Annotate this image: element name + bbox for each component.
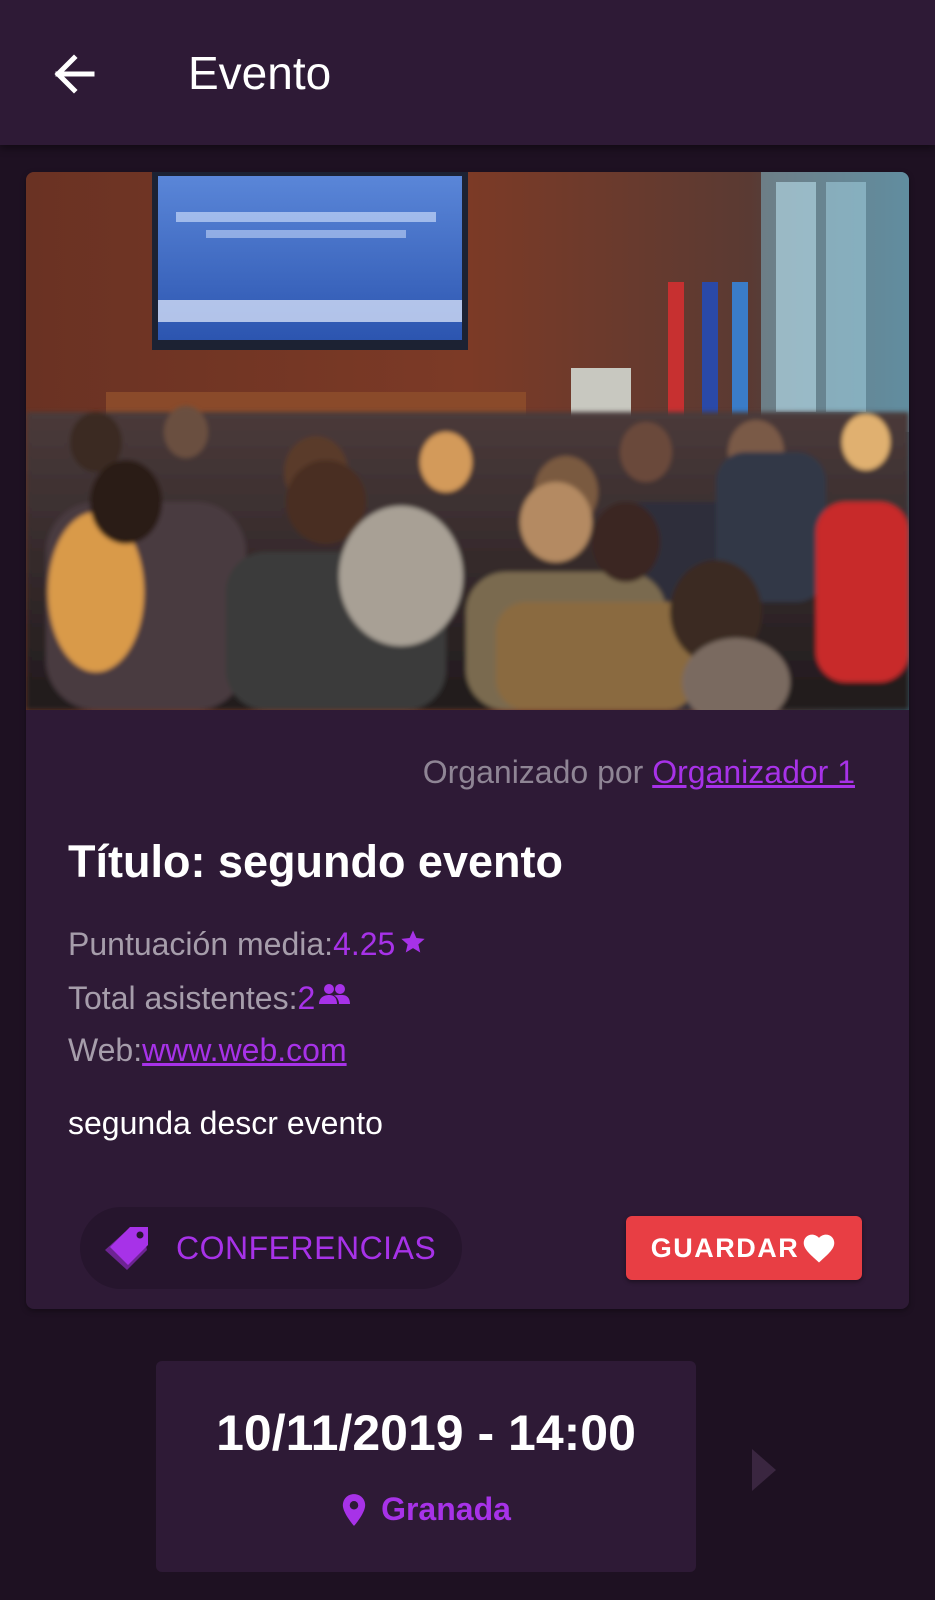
star-icon [401, 929, 426, 952]
arrow-left-icon [54, 54, 95, 94]
event-description: segunda descr evento [68, 1105, 383, 1141]
category-chip[interactable]: CONFERENCIAS [80, 1207, 462, 1289]
app-bar: Evento [0, 0, 935, 145]
back-button[interactable] [44, 44, 104, 104]
tags-icon [105, 1227, 148, 1270]
organizer-prefix: Organizado por [422, 754, 653, 790]
web-row: Web: www.web.com [68, 1032, 347, 1069]
event-image [26, 172, 909, 710]
page-title: Evento [188, 47, 332, 99]
web-label: Web: [68, 1032, 143, 1068]
chevron-right-icon[interactable] [752, 1449, 776, 1491]
event-datetime: 10/11/2019 - 14:00 [216, 1405, 636, 1461]
save-label: GUARDAR [650, 1232, 800, 1263]
organizer-line: Organizado por Organizador 1 [423, 754, 855, 791]
event-title: Título: segundo evento [68, 836, 563, 887]
rating-label: Puntuación media: [68, 926, 334, 962]
rating-row: Puntuación media: 4.25 [68, 926, 427, 963]
attendees-value: 2 [297, 980, 316, 1016]
save-button[interactable]: GUARDAR [626, 1216, 862, 1280]
web-link[interactable]: www.web.com [142, 1032, 347, 1069]
event-card: Organizado por Organizador 1 Título: seg… [26, 172, 909, 1309]
date-card[interactable]: 10/11/2019 - 14:00 Granada [156, 1361, 696, 1572]
attendees-row: Total asistentes: 2 [68, 980, 351, 1017]
people-icon [319, 983, 351, 1004]
heart-icon [803, 1234, 835, 1263]
rating-value: 4.25 [333, 926, 396, 962]
location-label: Granada [381, 1491, 511, 1527]
location-row: Granada [156, 1491, 696, 1528]
map-pin-icon [342, 1493, 366, 1526]
organizer-link[interactable]: Organizador 1 [652, 754, 855, 790]
category-label: CONFERENCIAS [176, 1229, 437, 1266]
attendees-label: Total asistentes: [68, 980, 298, 1016]
